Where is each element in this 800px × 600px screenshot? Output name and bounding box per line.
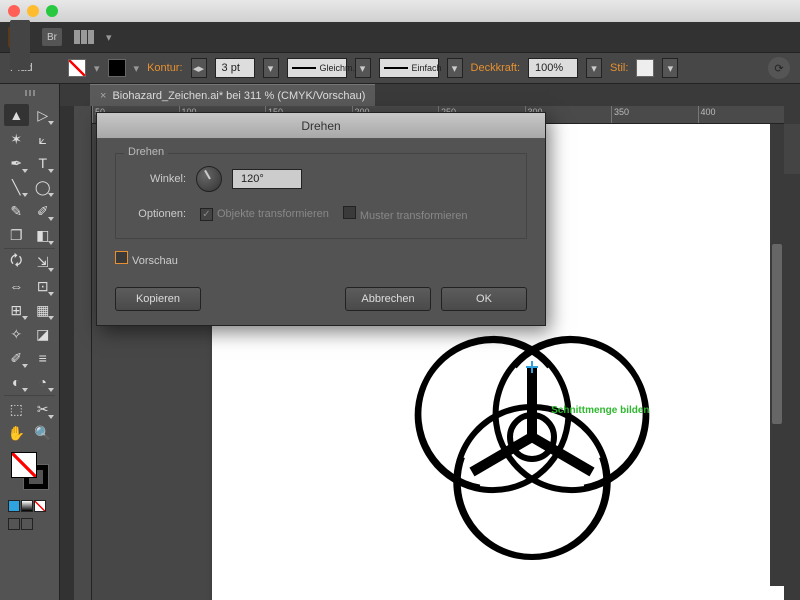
stroke-label: Kontur:: [147, 62, 182, 74]
opacity-label: Deckkraft:: [471, 62, 521, 74]
document-tabbar: × Biohazard_Zeichen.ai* bei 311 % (CMYK/…: [0, 84, 800, 106]
line-tool[interactable]: ╲: [4, 176, 29, 198]
smart-guide-label: Schnittmenge bilden: [551, 405, 649, 416]
opacity-field[interactable]: 100%: [528, 58, 578, 78]
gradient-tool[interactable]: ◪: [31, 323, 56, 345]
bridge-icon[interactable]: Br: [42, 28, 62, 46]
stroke-stepper[interactable]: ◂▸: [191, 58, 207, 78]
stroke-profile-select[interactable]: Einfach: [379, 58, 439, 78]
eyedropper-tool[interactable]: ✐: [4, 347, 29, 369]
document-tab[interactable]: × Biohazard_Zeichen.ai* bei 311 % (CMYK/…: [90, 84, 375, 106]
preview-checkbox[interactable]: [115, 251, 128, 264]
color-mode-row[interactable]: [4, 500, 55, 512]
artboard-tool[interactable]: ⬚: [4, 398, 29, 420]
copy-button[interactable]: Kopieren: [115, 287, 201, 311]
transform-objects-label: Objekte transformieren: [217, 208, 329, 220]
type-tool[interactable]: T: [31, 152, 56, 174]
close-tab-icon[interactable]: ×: [100, 90, 106, 102]
zoom-tool[interactable]: 🔍: [31, 422, 56, 444]
slice-tool[interactable]: ✂: [31, 398, 56, 420]
direct-selection-tool[interactable]: ▷: [31, 104, 56, 126]
shape-tool[interactable]: ◯: [31, 176, 56, 198]
paintbrush-tool[interactable]: ✎: [4, 200, 29, 222]
hand-tool[interactable]: ✋: [4, 422, 29, 444]
vertical-scrollbar[interactable]: [770, 124, 784, 586]
document-tab-label: Biohazard_Zeichen.ai* bei 311 % (CMYK/Vo…: [112, 90, 365, 102]
perspective-tool[interactable]: ▦: [31, 299, 56, 321]
control-bar: Pfad ▾ ▾ Kontur: ◂▸ 3 pt ▾ Gleichm. ▾ Ei…: [0, 52, 800, 84]
stroke-dash-select[interactable]: Gleichm.: [287, 58, 347, 78]
link-icon[interactable]: ⟳: [768, 57, 790, 79]
fill-swatch[interactable]: [68, 59, 86, 77]
collapsed-panel-tab[interactable]: [10, 20, 30, 70]
arrange-documents-icon[interactable]: [74, 30, 94, 44]
lasso-tool[interactable]: ⟀: [31, 128, 56, 150]
vertical-ruler: [74, 106, 92, 600]
rotate-fieldset: Drehen Winkel: Optionen: ✓Objekte transf…: [115, 153, 527, 239]
eraser-tool[interactable]: ◧: [31, 224, 56, 246]
width-tool[interactable]: ⇔: [4, 275, 29, 297]
fill-stroke-swatch[interactable]: [11, 452, 49, 490]
graph-tool[interactable]: ◔: [31, 371, 56, 393]
collapsed-right-panel[interactable]: [784, 124, 800, 174]
shape-builder-tool[interactable]: ⊞: [4, 299, 29, 321]
blob-brush-tool[interactable]: ❐: [4, 224, 29, 246]
selection-tool[interactable]: ▲: [4, 104, 29, 126]
angle-label: Winkel:: [130, 173, 186, 185]
transform-patterns-checkbox[interactable]: [343, 206, 356, 219]
stroke-swatch[interactable]: [108, 59, 126, 77]
dash-dropdown[interactable]: ▾: [355, 58, 371, 78]
ok-button[interactable]: OK: [441, 287, 527, 311]
magic-wand-tool[interactable]: ✶: [4, 128, 29, 150]
scale-tool[interactable]: ⇲: [31, 251, 56, 273]
pen-tool[interactable]: ✒: [4, 152, 29, 174]
transform-objects-checkbox[interactable]: ✓: [200, 208, 213, 221]
style-label: Stil:: [610, 62, 628, 74]
panel-grip-icon[interactable]: [4, 90, 55, 98]
profile-dropdown[interactable]: ▾: [447, 58, 463, 78]
mesh-tool[interactable]: ✧: [4, 323, 29, 345]
rotate-tool[interactable]: 🗘: [4, 251, 29, 273]
minimize-window-icon[interactable]: [27, 5, 39, 17]
preview-label: Vorschau: [132, 255, 178, 267]
dialog-title[interactable]: Drehen: [97, 113, 545, 139]
window-titlebar: [0, 0, 800, 22]
style-swatch[interactable]: [636, 59, 654, 77]
angle-dial[interactable]: [196, 166, 222, 192]
cancel-button[interactable]: Abbrechen: [345, 287, 431, 311]
style-dropdown[interactable]: ▾: [662, 58, 678, 78]
close-window-icon[interactable]: [8, 5, 20, 17]
right-panel-dock: [784, 84, 800, 600]
options-label: Optionen:: [130, 208, 186, 220]
tools-panel: ▲▷ ✶⟀ ✒T ╲◯ ✎✐ ❐◧ 🗘⇲ ⇔⊡ ⊞▦ ✧◪ ✐≡ ◐◔ ⬚✂ ✋…: [0, 84, 60, 600]
fieldset-legend: Drehen: [124, 146, 168, 158]
transform-patterns-label: Muster transformieren: [360, 210, 468, 222]
screen-mode-row[interactable]: [4, 518, 55, 530]
scrollbar-thumb[interactable]: [772, 244, 782, 424]
maximize-window-icon[interactable]: [46, 5, 58, 17]
stroke-dropdown[interactable]: ▾: [263, 58, 279, 78]
stroke-weight-field[interactable]: 3 pt: [215, 58, 255, 78]
blend-tool[interactable]: ≡: [31, 347, 56, 369]
opacity-dropdown[interactable]: ▾: [586, 58, 602, 78]
pencil-tool[interactable]: ✐: [31, 200, 56, 222]
app-menubar: Ai Br ▾: [0, 22, 800, 52]
angle-input[interactable]: [232, 169, 302, 189]
free-transform-tool[interactable]: ⊡: [31, 275, 56, 297]
rotate-dialog: Drehen Drehen Winkel: Optionen: ✓Objekte…: [96, 112, 546, 326]
symbol-sprayer-tool[interactable]: ◐: [4, 371, 29, 393]
